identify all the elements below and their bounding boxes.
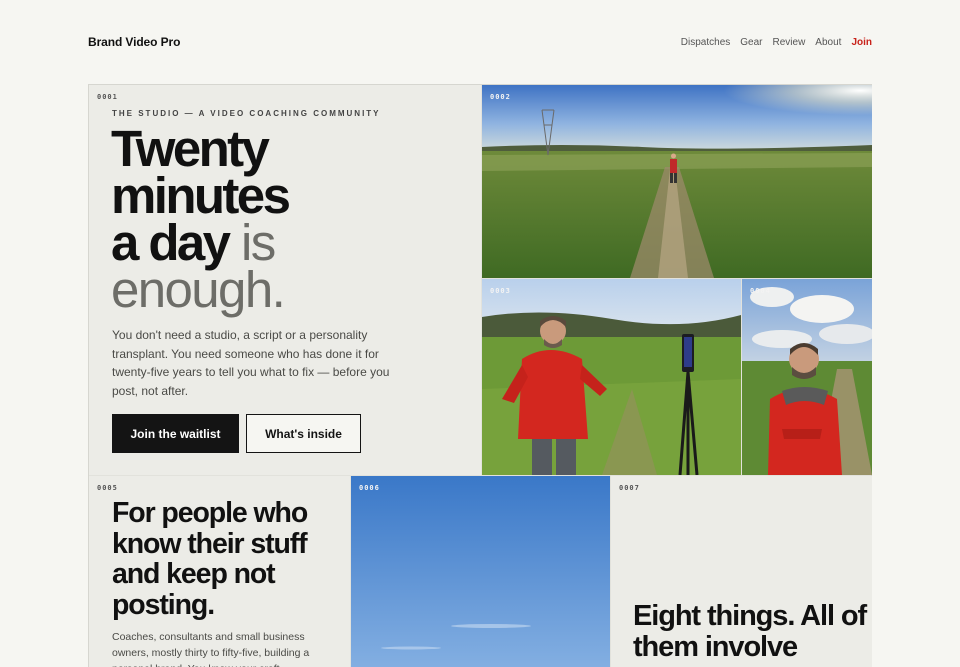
brand-logo[interactable]: Brand Video Pro: [88, 35, 180, 49]
photo-tile-tripod: 0003: [482, 279, 741, 475]
tile-number: 0003: [490, 287, 511, 295]
tile-number: 0005: [97, 484, 118, 492]
photo-tile-path: 0004: [742, 279, 872, 475]
tile-grid: 0001 THE STUDIO — A VIDEO COACHING COMMU…: [88, 84, 872, 667]
tile-number: 0006: [359, 484, 380, 492]
tile-number: 0007: [619, 484, 640, 492]
nav-dispatches[interactable]: Dispatches: [681, 37, 730, 48]
tile-number: 0002: [490, 93, 511, 101]
join-waitlist-button[interactable]: Join the waitlist: [112, 414, 239, 453]
tile-number: 0001: [97, 93, 118, 101]
hero-title: Twenty minutes a day is enough.: [111, 123, 291, 315]
photo-tile-sky: 0006: [351, 476, 610, 667]
audience-tile: 0005 For people who know their stuff and…: [89, 476, 350, 667]
nav-review[interactable]: Review: [773, 37, 806, 48]
presenter-path-photo: [742, 279, 872, 475]
tile-number: 0004: [750, 287, 771, 295]
blue-sky-photo: [351, 476, 610, 667]
whats-inside-button[interactable]: What's inside: [246, 414, 361, 453]
photo-tile-field: 0002: [482, 85, 872, 278]
field-walk-photo: [482, 85, 872, 278]
nav-gear[interactable]: Gear: [740, 37, 762, 48]
features-tile: 0007 Eight things. All of them involve: [611, 476, 872, 667]
presenter-tripod-photo: [482, 279, 741, 475]
main-nav: Dispatches Gear Review About Join: [681, 37, 872, 48]
audience-title: For people who know their stuff and keep…: [112, 497, 308, 621]
hero-tile: 0001 THE STUDIO — A VIDEO COACHING COMMU…: [89, 85, 481, 475]
hero-title-muted: enough.: [111, 261, 286, 318]
hero-eyebrow: THE STUDIO — A VIDEO COACHING COMMUNITY: [112, 109, 381, 118]
site-header: Brand Video Pro Dispatches Gear Review A…: [88, 34, 872, 50]
features-title: Eight things. All of them involve: [633, 600, 867, 663]
nav-about[interactable]: About: [815, 37, 841, 48]
nav-join[interactable]: Join: [851, 37, 872, 48]
hero-body: You don't need a studio, a script or a p…: [112, 328, 390, 398]
audience-body: Coaches, consultants and small business …: [112, 631, 310, 667]
